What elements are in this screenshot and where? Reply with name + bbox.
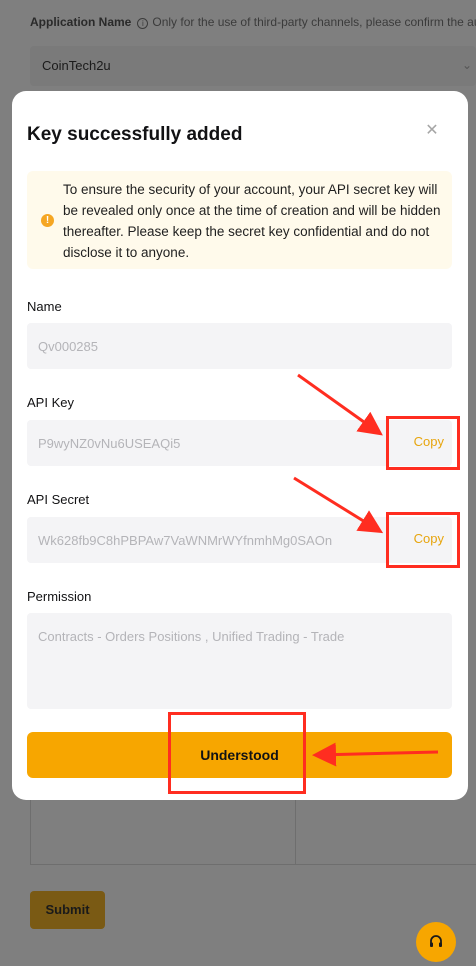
annotation-box-copy-key bbox=[386, 416, 460, 470]
application-name-select[interactable]: CoinTech2u ⌄ bbox=[30, 46, 476, 86]
permission-field: Contracts - Orders Positions , Unified T… bbox=[27, 613, 452, 709]
dialog-title: Key successfully added bbox=[27, 124, 243, 145]
application-name-label: Application Name bbox=[30, 15, 132, 29]
chevron-down-icon: ⌄ bbox=[461, 58, 472, 72]
name-field: Qv000285 bbox=[27, 323, 452, 369]
security-notice-text: To ensure the security of your account, … bbox=[63, 182, 441, 260]
application-name-hint: Only for the use of third-party channels… bbox=[152, 15, 476, 29]
permission-label: Permission bbox=[27, 589, 92, 604]
annotation-box-copy-secret bbox=[386, 512, 460, 568]
api-secret-label: API Secret bbox=[27, 492, 90, 507]
support-button[interactable] bbox=[416, 922, 456, 962]
info-icon: i bbox=[137, 18, 149, 29]
security-notice: ! To ensure the security of your account… bbox=[27, 171, 452, 269]
application-name-row: Application Name i Only for the use of thi… bbox=[30, 15, 476, 29]
warning-icon: ! bbox=[41, 214, 54, 227]
submit-button[interactable]: Submit bbox=[30, 891, 105, 929]
api-key-label: API Key bbox=[27, 395, 74, 410]
name-value: Qv000285 bbox=[38, 339, 98, 354]
close-icon[interactable]: ✕ bbox=[424, 123, 440, 139]
permission-value: Contracts - Orders Positions , Unified T… bbox=[38, 629, 345, 644]
api-secret-value: Wk628fb9C8hPBPAw7VaWNMrWYfnmhMg0SAOn bbox=[38, 533, 333, 548]
name-label: Name bbox=[27, 299, 62, 314]
headset-icon bbox=[430, 935, 442, 947]
api-key-value: P9wyNZ0vNu6USEAQi5 bbox=[38, 436, 181, 451]
application-name-value: CoinTech2u bbox=[42, 58, 111, 73]
annotation-box-understood bbox=[168, 712, 306, 794]
